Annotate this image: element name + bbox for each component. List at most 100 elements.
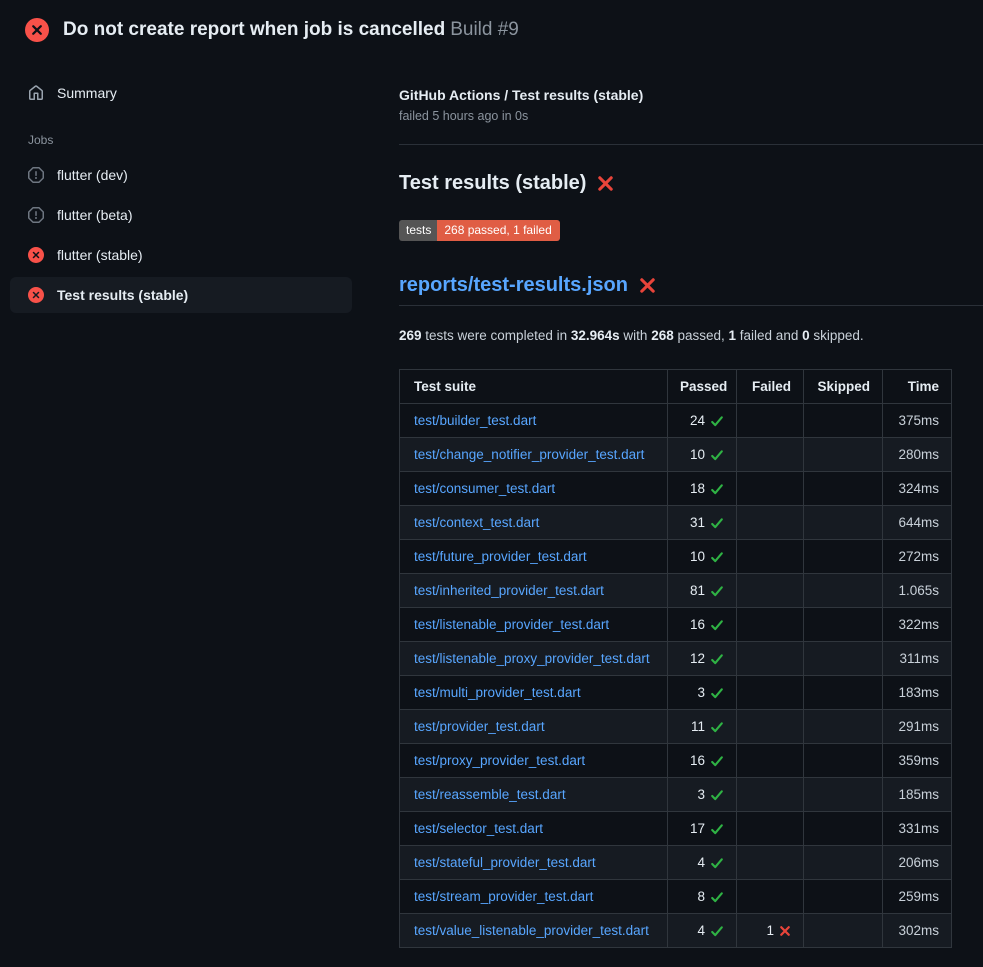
table-row: test/multi_provider_test.dart3183ms	[400, 676, 952, 710]
check-icon	[710, 618, 724, 632]
sidebar-item-test-results-stable[interactable]: Test results (stable)	[10, 277, 352, 313]
suite-link[interactable]: test/value_listenable_provider_test.dart	[414, 923, 649, 938]
passed-cell: 10	[668, 438, 737, 472]
time-cell: 185ms	[883, 778, 952, 812]
sidebar-item-summary[interactable]: Summary	[10, 79, 352, 107]
passed-value: 24	[690, 413, 705, 428]
passed-value: 31	[690, 515, 705, 530]
col-header-test-suite: Test suite	[400, 370, 668, 404]
suite-link[interactable]: test/builder_test.dart	[414, 413, 536, 428]
section-title: Test results (stable)	[399, 172, 983, 195]
passed-cell: 11	[668, 710, 737, 744]
check-icon	[710, 754, 724, 768]
skipped-cell	[804, 744, 883, 778]
sidebar-item-flutter-beta[interactable]: flutter (beta)	[10, 197, 352, 233]
table-row: test/proxy_provider_test.dart16359ms	[400, 744, 952, 778]
failed-cell	[737, 778, 804, 812]
passed-cell: 16	[668, 744, 737, 778]
skipped-cell	[804, 676, 883, 710]
failed-cell	[737, 710, 804, 744]
passed-value: 12	[690, 651, 705, 666]
table-row: test/provider_test.dart 11 291ms	[400, 710, 952, 744]
suite-link[interactable]: test/multi_provider_test.dart	[414, 685, 581, 700]
col-header-passed: Passed	[668, 370, 737, 404]
suite-link[interactable]: test/inherited_provider_test.dart	[414, 583, 604, 598]
passed-cell: 12	[668, 642, 737, 676]
suite-link[interactable]: test/listenable_provider_test.dart	[414, 617, 609, 632]
sidebar-item-flutter-dev[interactable]: flutter (dev)	[10, 157, 352, 193]
failed-cell	[737, 506, 804, 540]
table-row: test/inherited_provider_test.dart811.065…	[400, 574, 952, 608]
x-mark-icon	[779, 925, 791, 937]
table-row: test/listenable_provider_test.dart16322m…	[400, 608, 952, 642]
section-title-text: Test results (stable)	[399, 172, 586, 195]
time-cell: 291ms	[883, 710, 952, 744]
check-icon	[710, 414, 724, 428]
passed-value: 4	[697, 855, 705, 870]
suite-cell: test/reassemble_test.dart	[400, 778, 668, 812]
suite-link[interactable]: test/reassemble_test.dart	[414, 787, 566, 802]
time-cell: 272ms	[883, 540, 952, 574]
cross-mark-icon	[596, 174, 615, 193]
suite-link[interactable]: test/selector_test.dart	[414, 821, 543, 836]
passed-value: 3	[697, 787, 705, 802]
failed-cell	[737, 404, 804, 438]
suite-link[interactable]: test/provider_test.dart	[414, 719, 545, 734]
failed-cell: 1	[737, 914, 804, 948]
passed-value: 17	[690, 821, 705, 836]
breadcrumb[interactable]: GitHub Actions / Test results (stable)	[399, 87, 983, 103]
check-icon	[710, 822, 724, 836]
skipped-cell	[804, 812, 883, 846]
suite-link[interactable]: test/context_test.dart	[414, 515, 539, 530]
suite-link[interactable]: test/stream_provider_test.dart	[414, 889, 593, 904]
passed-cell: 10	[668, 540, 737, 574]
summary-label: Summary	[57, 85, 117, 101]
suite-cell: test/listenable_provider_test.dart	[400, 608, 668, 642]
suite-cell: test/provider_test.dart	[400, 710, 668, 744]
x-circle-icon	[28, 247, 44, 263]
check-icon	[710, 550, 724, 564]
skipped-cell	[804, 642, 883, 676]
job-label: flutter (stable)	[57, 247, 143, 263]
check-icon	[710, 924, 724, 938]
suite-link[interactable]: test/listenable_proxy_provider_test.dart	[414, 651, 650, 666]
passed-cell: 8	[668, 880, 737, 914]
passed-cell: 31	[668, 506, 737, 540]
passed-value: 16	[690, 753, 705, 768]
failed-cell	[737, 744, 804, 778]
check-icon	[710, 788, 724, 802]
passed-value: 4	[697, 923, 705, 938]
skipped-cell	[804, 472, 883, 506]
time-cell: 183ms	[883, 676, 952, 710]
suite-link[interactable]: test/consumer_test.dart	[414, 481, 555, 496]
table-row: test/reassemble_test.dart 3 185ms	[400, 778, 952, 812]
table-row: test/change_notifier_provider_test.dart 1…	[400, 438, 952, 472]
suite-link[interactable]: test/change_notifier_provider_test.dart	[414, 447, 644, 462]
sidebar-item-flutter-stable[interactable]: flutter (stable)	[10, 237, 352, 273]
passed-value: 10	[690, 447, 705, 462]
suite-link[interactable]: test/future_provider_test.dart	[414, 549, 587, 564]
suite-cell: test/builder_test.dart	[400, 404, 668, 438]
check-icon	[710, 584, 724, 598]
skipped-count: 0	[802, 328, 810, 343]
stop-icon	[28, 167, 44, 183]
passed-cell: 17	[668, 812, 737, 846]
page: Do not create report when job is cancell…	[0, 0, 983, 950]
col-header-time: Time	[883, 370, 952, 404]
suite-cell: test/inherited_provider_test.dart	[400, 574, 668, 608]
failed-cell	[737, 574, 804, 608]
skipped-cell	[804, 404, 883, 438]
failed-value: 1	[766, 923, 774, 938]
skipped-cell	[804, 438, 883, 472]
suite-cell: test/value_listenable_provider_test.dart	[400, 914, 668, 948]
failed-cell	[737, 438, 804, 472]
table-header-row: Test suite Passed Failed Skipped Time	[400, 370, 952, 404]
jobs-section-label: Jobs	[0, 107, 399, 153]
suite-link[interactable]: test/proxy_provider_test.dart	[414, 753, 585, 768]
skipped-cell	[804, 608, 883, 642]
run-title: Do not create report when job is cancell…	[63, 19, 519, 41]
suite-link[interactable]: test/stateful_provider_test.dart	[414, 855, 596, 870]
report-link[interactable]: reports/test-results.json	[399, 274, 628, 297]
test-results-table: Test suite Passed Failed Skipped Time te…	[399, 369, 952, 948]
build-number: Build #9	[450, 19, 519, 40]
